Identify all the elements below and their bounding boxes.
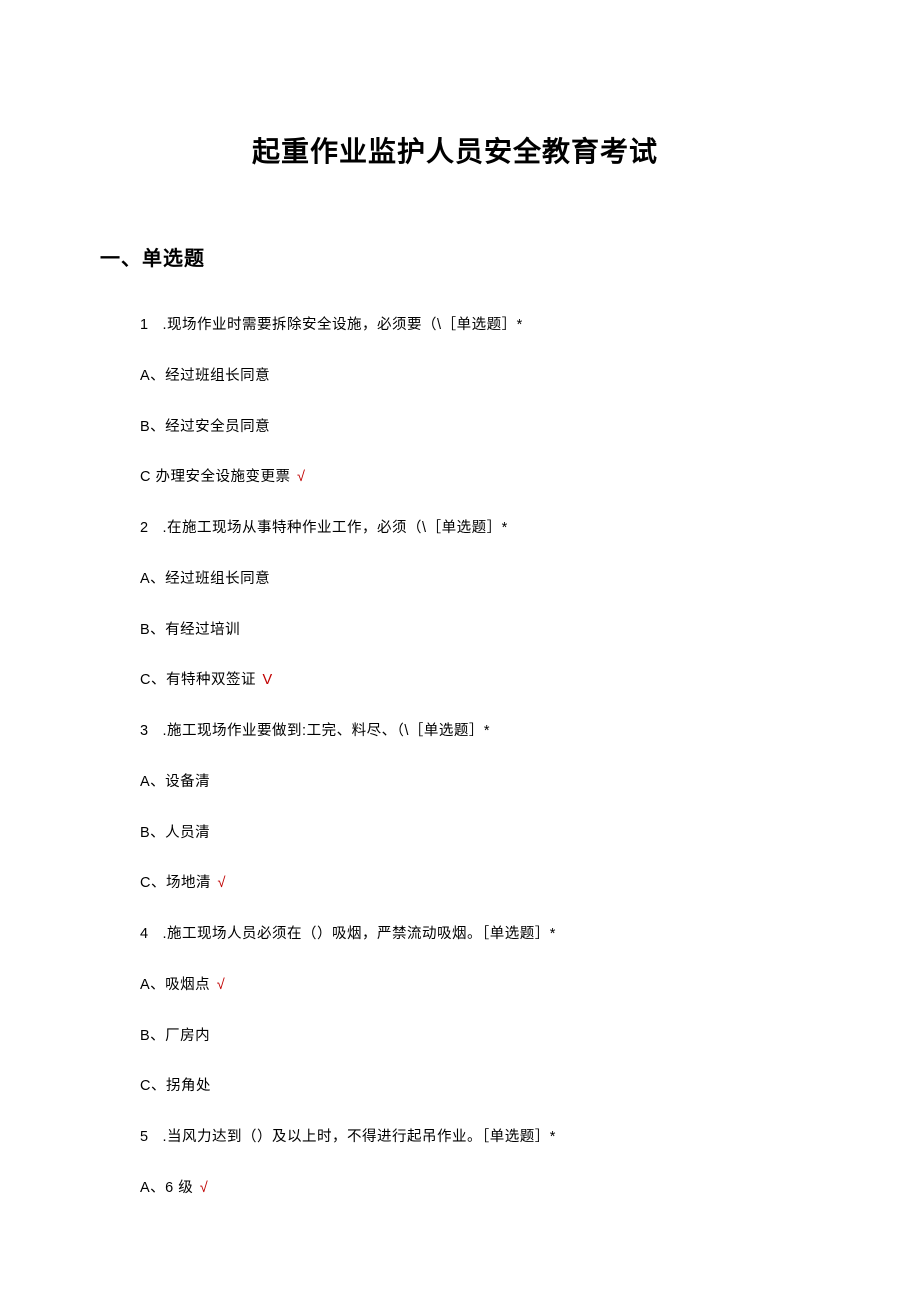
option-label: B、经过安全员同意 xyxy=(140,419,270,435)
correct-mark-icon: √ xyxy=(293,469,306,485)
option-label: A、经过班组长同意 xyxy=(140,571,270,587)
option-line: A、经过班组长同意 xyxy=(140,366,810,388)
option-line: A、经过班组长同意 xyxy=(140,569,810,591)
option-label: C、场地清 xyxy=(140,875,211,891)
question-text: .施工现场人员必须在（）吸烟，严禁流动吸烟。［单选题］* xyxy=(158,926,556,942)
option-label: A、吸烟点 xyxy=(140,977,210,993)
option-line: C、有特种双签证 V xyxy=(140,670,810,692)
option-line: A、设备清 xyxy=(140,772,810,794)
question-stem: 1 .现场作业时需要拆除安全设施，必须要（\［单选题］* xyxy=(140,315,810,337)
option-line: B、人员清 xyxy=(140,823,810,845)
option-label: A、6 级 xyxy=(140,1180,193,1196)
option-line: B、经过安全员同意 xyxy=(140,417,810,439)
option-label: C、有特种双签证 xyxy=(140,672,256,688)
option-line: A、吸烟点 √ xyxy=(140,975,810,997)
question-text: .施工现场作业要做到:工完、料尽、（\［单选题］* xyxy=(158,723,490,739)
option-label: A、经过班组长同意 xyxy=(140,368,270,384)
question-stem: 5 .当风力达到（）及以上时，不得进行起吊作业。［单选题］* xyxy=(140,1127,810,1149)
option-label: B、人员清 xyxy=(140,825,210,841)
question-number: 1 xyxy=(140,315,158,337)
correct-mark-icon: √ xyxy=(212,977,225,993)
correct-mark-icon: √ xyxy=(195,1180,208,1196)
question-stem: 4 .施工现场人员必须在（）吸烟，严禁流动吸烟。［单选题］* xyxy=(140,924,810,946)
correct-mark-icon: V xyxy=(258,672,273,688)
option-line: A、6 级 √ xyxy=(140,1178,810,1200)
question-stem: 2 .在施工现场从事特种作业工作，必须（\［单选题］* xyxy=(140,518,810,540)
question-stem: 3 .施工现场作业要做到:工完、料尽、（\［单选题］* xyxy=(140,721,810,743)
option-line: C、拐角处 xyxy=(140,1076,810,1098)
option-line: C 办理安全设施变更票 √ xyxy=(140,467,810,489)
page-title: 起重作业监护人员安全教育考试 xyxy=(100,130,810,170)
option-label: C 办理安全设施变更票 xyxy=(140,469,291,485)
question-text: .现场作业时需要拆除安全设施，必须要（\［单选题］* xyxy=(158,317,523,333)
option-label: B、厂房内 xyxy=(140,1028,210,1044)
questions-container: 1 .现场作业时需要拆除安全设施，必须要（\［单选题］* A、经过班组长同意 B、经… xyxy=(100,315,810,1200)
question-number: 4 xyxy=(140,924,158,946)
option-line: B、有经过培训 xyxy=(140,620,810,642)
question-text: .当风力达到（）及以上时，不得进行起吊作业。［单选题］* xyxy=(158,1129,556,1145)
question-text: .在施工现场从事特种作业工作，必须（\［单选题］* xyxy=(158,520,508,536)
option-label: B、有经过培训 xyxy=(140,622,240,638)
option-line: B、厂房内 xyxy=(140,1026,810,1048)
correct-mark-icon: √ xyxy=(213,875,226,891)
section-heading: 一、单选题 xyxy=(100,242,810,271)
option-label: C、拐角处 xyxy=(140,1078,211,1094)
option-line: C、场地清 √ xyxy=(140,873,810,895)
question-number: 5 xyxy=(140,1127,158,1149)
question-number: 3 xyxy=(140,721,158,743)
question-number: 2 xyxy=(140,518,158,540)
option-label: A、设备清 xyxy=(140,774,210,790)
